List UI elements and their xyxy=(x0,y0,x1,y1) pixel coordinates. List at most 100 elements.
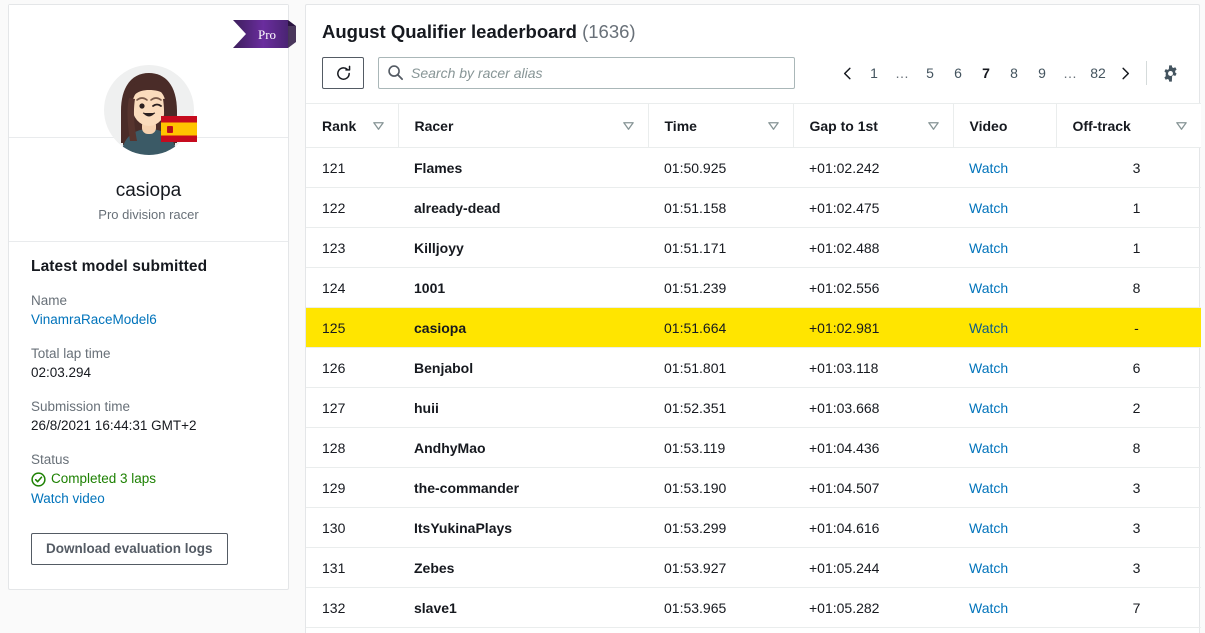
pro-badge-label: Pro xyxy=(258,27,276,42)
watch-link[interactable]: Watch xyxy=(969,600,1008,616)
gear-icon[interactable] xyxy=(1157,60,1183,86)
table-row[interactable]: 128 AndhyMao 01:53.119 +01:04.436 Watch 8 xyxy=(306,427,1201,468)
table-row[interactable]: 123 Killjoyy 01:51.171 +01:02.488 Watch 1 xyxy=(306,227,1201,268)
pagination-ellipsis: … xyxy=(895,65,909,81)
chevron-right-icon[interactable] xyxy=(1112,58,1138,88)
watch-link[interactable]: Watch xyxy=(969,320,1008,336)
table-row[interactable]: 124 1001 01:51.239 +01:02.556 Watch 8 xyxy=(306,267,1201,308)
pagination-page-7[interactable]: 7 xyxy=(972,58,1000,88)
cell-gap-to-first: +01:02.556 xyxy=(793,267,953,308)
pagination-page-5[interactable]: 5 xyxy=(916,58,944,88)
cell-gap-to-first: +01:02.242 xyxy=(793,147,953,188)
cell-time: 01:50.925 xyxy=(648,147,793,188)
watch-link[interactable]: Watch xyxy=(969,240,1008,256)
pagination-page-1[interactable]: 1 xyxy=(860,58,888,88)
model-name-label: Name xyxy=(31,293,68,308)
watch-link[interactable]: Watch xyxy=(969,560,1008,576)
cell-time: 01:52.351 xyxy=(648,387,793,428)
cell-gap-to-first: +01:04.507 xyxy=(793,467,953,508)
watch-link[interactable]: Watch xyxy=(969,200,1008,216)
cell-off-track: 3 xyxy=(1056,547,1201,588)
cell-time: 01:51.239 xyxy=(648,267,793,308)
sort-descending-icon[interactable] xyxy=(1175,119,1188,132)
table-row[interactable]: 125 casiopa 01:51.664 +01:02.981 Watch - xyxy=(306,307,1201,348)
cell-racer: slave1 xyxy=(398,587,648,628)
watch-video-link[interactable]: Watch video xyxy=(31,489,105,509)
watch-link[interactable]: Watch xyxy=(969,520,1008,536)
pagination-page-9[interactable]: 9 xyxy=(1028,58,1056,88)
cell-time: 01:53.190 xyxy=(648,467,793,508)
download-evaluation-logs-button[interactable]: Download evaluation logs xyxy=(31,533,228,565)
cell-racer: already-dead xyxy=(398,187,648,228)
column-header-label: Video xyxy=(969,117,1008,134)
table-row[interactable]: 121 Flames 01:50.925 +01:02.242 Watch 3 xyxy=(306,147,1201,188)
cell-rank: 132 xyxy=(306,587,398,628)
chevron-left-icon[interactable] xyxy=(834,58,860,88)
cell-time: 01:53.927 xyxy=(648,547,793,588)
cell-off-track: 1 xyxy=(1056,187,1201,228)
pagination-ellipsis: … xyxy=(1063,65,1077,81)
model-name-field: Name VinamraRaceModel6 xyxy=(31,291,266,330)
pagination-page-8[interactable]: 8 xyxy=(1000,58,1028,88)
leaderboard-header: August Qualifier leaderboard (1636) xyxy=(306,5,1199,45)
cell-off-track: - xyxy=(1056,307,1201,348)
cell-racer: AndhyMao xyxy=(398,427,648,468)
cell-time: 01:51.171 xyxy=(648,227,793,268)
cell-off-track: 3 xyxy=(1056,507,1201,548)
cell-gap-to-first: +01:05.282 xyxy=(793,587,953,628)
cell-rank: 128 xyxy=(306,427,398,468)
column-header-gap-to-1st[interactable]: Gap to 1st xyxy=(792,103,953,148)
table-row[interactable]: 129 the-commander 01:53.190 +01:04.507 Watch… xyxy=(306,467,1201,508)
column-header-time[interactable]: Time xyxy=(647,103,793,148)
sort-descending-icon[interactable] xyxy=(372,119,385,132)
cell-racer: Killjoyy xyxy=(398,227,648,268)
pagination-pages: 1 … 5 6 7 8 9 … 82 xyxy=(860,58,1112,88)
sort-descending-icon[interactable] xyxy=(927,119,940,132)
profile-card: Pro casiopa Pro division racer Latest mo… xyxy=(8,4,296,590)
submission-time-field: Submission time 26/8/2021 16:44:31 GMT+2 xyxy=(31,397,266,436)
watch-link[interactable]: Watch xyxy=(969,480,1008,496)
table-head: Rank Racer Time Gap to 1st Video Off-track xyxy=(306,103,1201,148)
column-header-off-track[interactable]: Off-track xyxy=(1055,103,1201,148)
search-box xyxy=(378,57,795,89)
flag-spain-icon xyxy=(160,116,197,147)
table-row[interactable]: 131 Zebes 01:53.927 +01:05.244 Watch 3 xyxy=(306,547,1201,588)
cell-time: 01:51.664 xyxy=(648,307,793,348)
pagination-page-6[interactable]: 6 xyxy=(944,58,972,88)
cell-off-track: 3 xyxy=(1056,467,1201,508)
table-row[interactable]: 126 Benjabol 01:51.801 +01:03.118 Watch 6 xyxy=(306,347,1201,388)
refresh-button[interactable] xyxy=(322,57,364,89)
cell-racer: casiopa xyxy=(398,307,648,348)
pagination-page-82[interactable]: 82 xyxy=(1084,58,1112,88)
leaderboard-table: Rank Racer Time Gap to 1st Video Off-track 12… xyxy=(306,103,1201,628)
watch-link[interactable]: Watch xyxy=(969,160,1008,176)
sort-descending-icon[interactable] xyxy=(767,119,780,132)
racer-division: Pro division racer xyxy=(98,207,199,222)
cell-off-track: 8 xyxy=(1056,427,1201,468)
table-row[interactable]: 122 already-dead 01:51.158 +01:02.475 Watch 1 xyxy=(306,187,1201,228)
watch-link[interactable]: Watch xyxy=(969,440,1008,456)
submission-time-value: 26/8/2021 16:44:31 GMT+2 xyxy=(31,418,197,433)
status-badge: Completed 3 laps xyxy=(31,469,266,489)
watch-link[interactable]: Watch xyxy=(969,360,1008,376)
sort-descending-icon[interactable] xyxy=(622,119,635,132)
column-header-video[interactable]: Video xyxy=(952,103,1056,148)
cell-gap-to-first: +01:03.668 xyxy=(793,387,953,428)
watch-link[interactable]: Watch xyxy=(969,400,1008,416)
column-header-racer[interactable]: Racer xyxy=(397,103,648,148)
model-name-link[interactable]: VinamraRaceModel6 xyxy=(31,310,157,330)
search-input[interactable] xyxy=(378,57,795,89)
watch-link[interactable]: Watch xyxy=(969,280,1008,296)
table-row[interactable]: 132 slave1 01:53.965 +01:05.282 Watch 7 xyxy=(306,587,1201,628)
cell-video: Watch xyxy=(953,507,1056,548)
leaderboard-toolbar: 1 … 56789 … 82 xyxy=(306,45,1199,103)
leaderboard-page: Pro casiopa Pro division racer Latest mo… xyxy=(0,0,1205,633)
column-header-rank[interactable]: Rank xyxy=(306,103,398,148)
cell-video: Watch xyxy=(953,387,1056,428)
cell-off-track: 7 xyxy=(1056,587,1201,628)
refresh-icon xyxy=(335,65,352,82)
table-row[interactable]: 130 ItsYukinaPlays 01:53.299 +01:04.616 Watc… xyxy=(306,507,1201,548)
table-row[interactable]: 127 huii 01:52.351 +01:03.668 Watch 2 xyxy=(306,387,1201,428)
leaderboard-count: (1636) xyxy=(582,21,636,42)
pro-badge: Pro xyxy=(233,20,296,48)
